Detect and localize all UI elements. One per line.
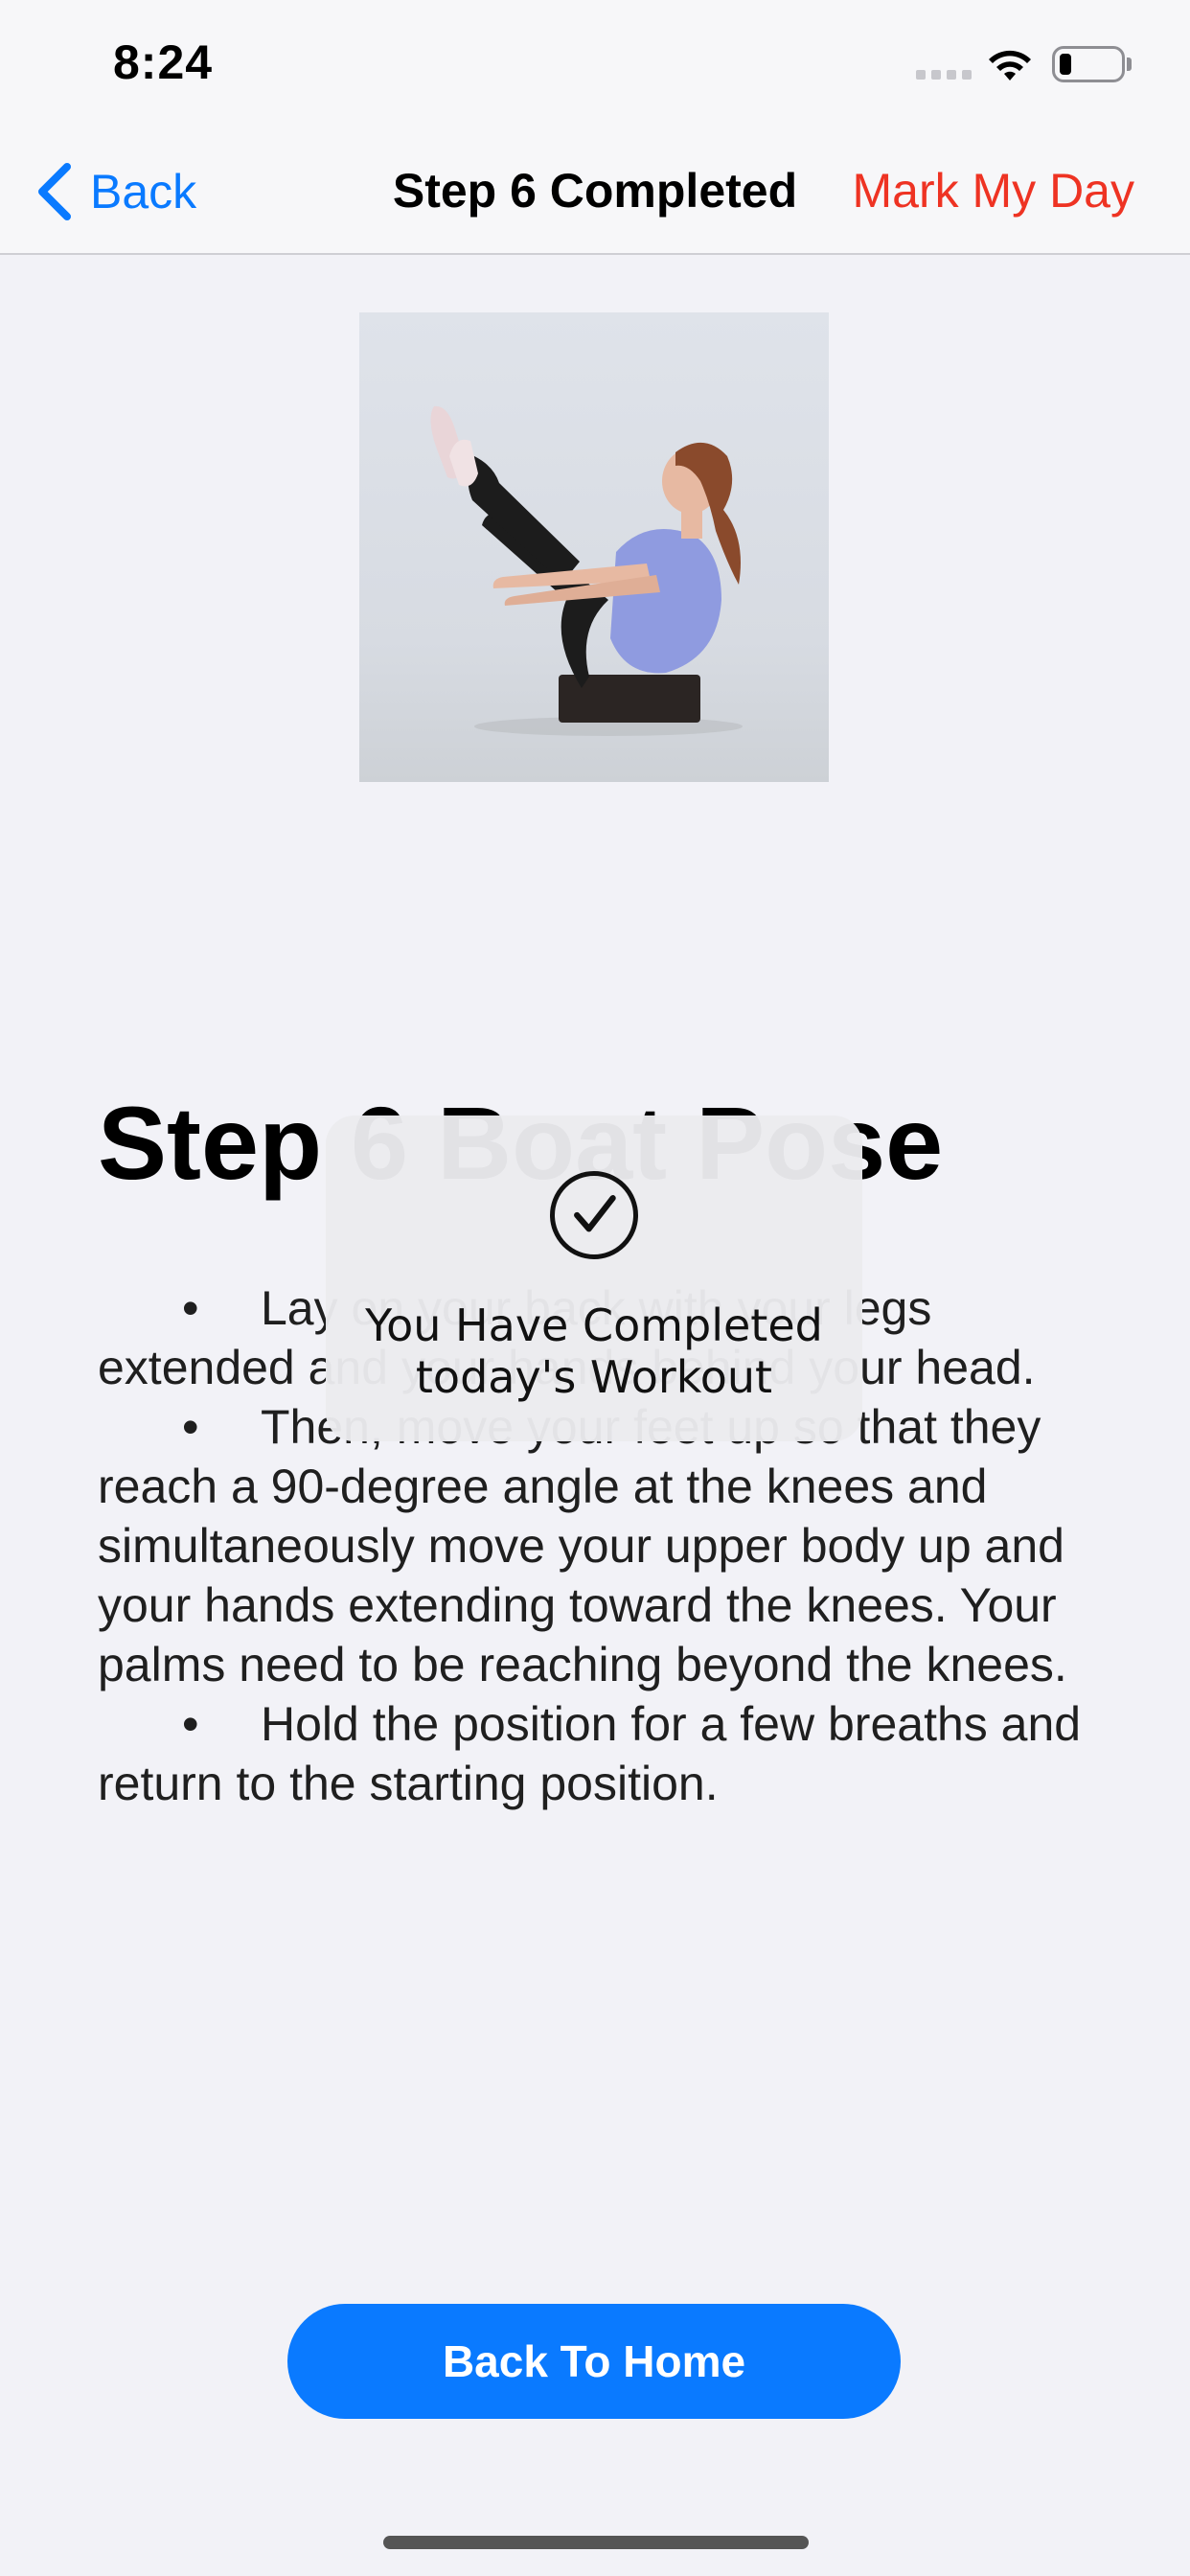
home-indicator — [383, 2536, 809, 2549]
boat-pose-illustration — [430, 405, 743, 736]
instruction-item: •Then, move your feet up so that they re… — [98, 1400, 1067, 1691]
wifi-icon — [989, 50, 1031, 80]
completion-message: You Have Completed today's Workout — [365, 1300, 823, 1403]
navigation-bar: Back Step 6 Completed Mark My Day — [0, 134, 1190, 255]
exercise-image — [359, 312, 829, 782]
battery-icon — [1052, 46, 1125, 82]
page-title-text: Step 6 Completed — [392, 164, 798, 218]
back-to-home-button[interactable]: Back To Home — [287, 2304, 901, 2419]
mark-my-day-button[interactable]: Mark My Day — [853, 163, 1134, 218]
completion-hud: You Have Completed today's Workout — [326, 1116, 862, 1441]
cellular-signal-icon — [916, 70, 972, 80]
battery-cap — [1127, 58, 1132, 71]
instruction-item: • Hold the position for a few breaths and… — [98, 1697, 1082, 1810]
status-time: 8:24 — [113, 35, 214, 89]
status-bar: 8:24 — [0, 0, 1190, 134]
checkmark-circle-icon — [550, 1171, 638, 1259]
